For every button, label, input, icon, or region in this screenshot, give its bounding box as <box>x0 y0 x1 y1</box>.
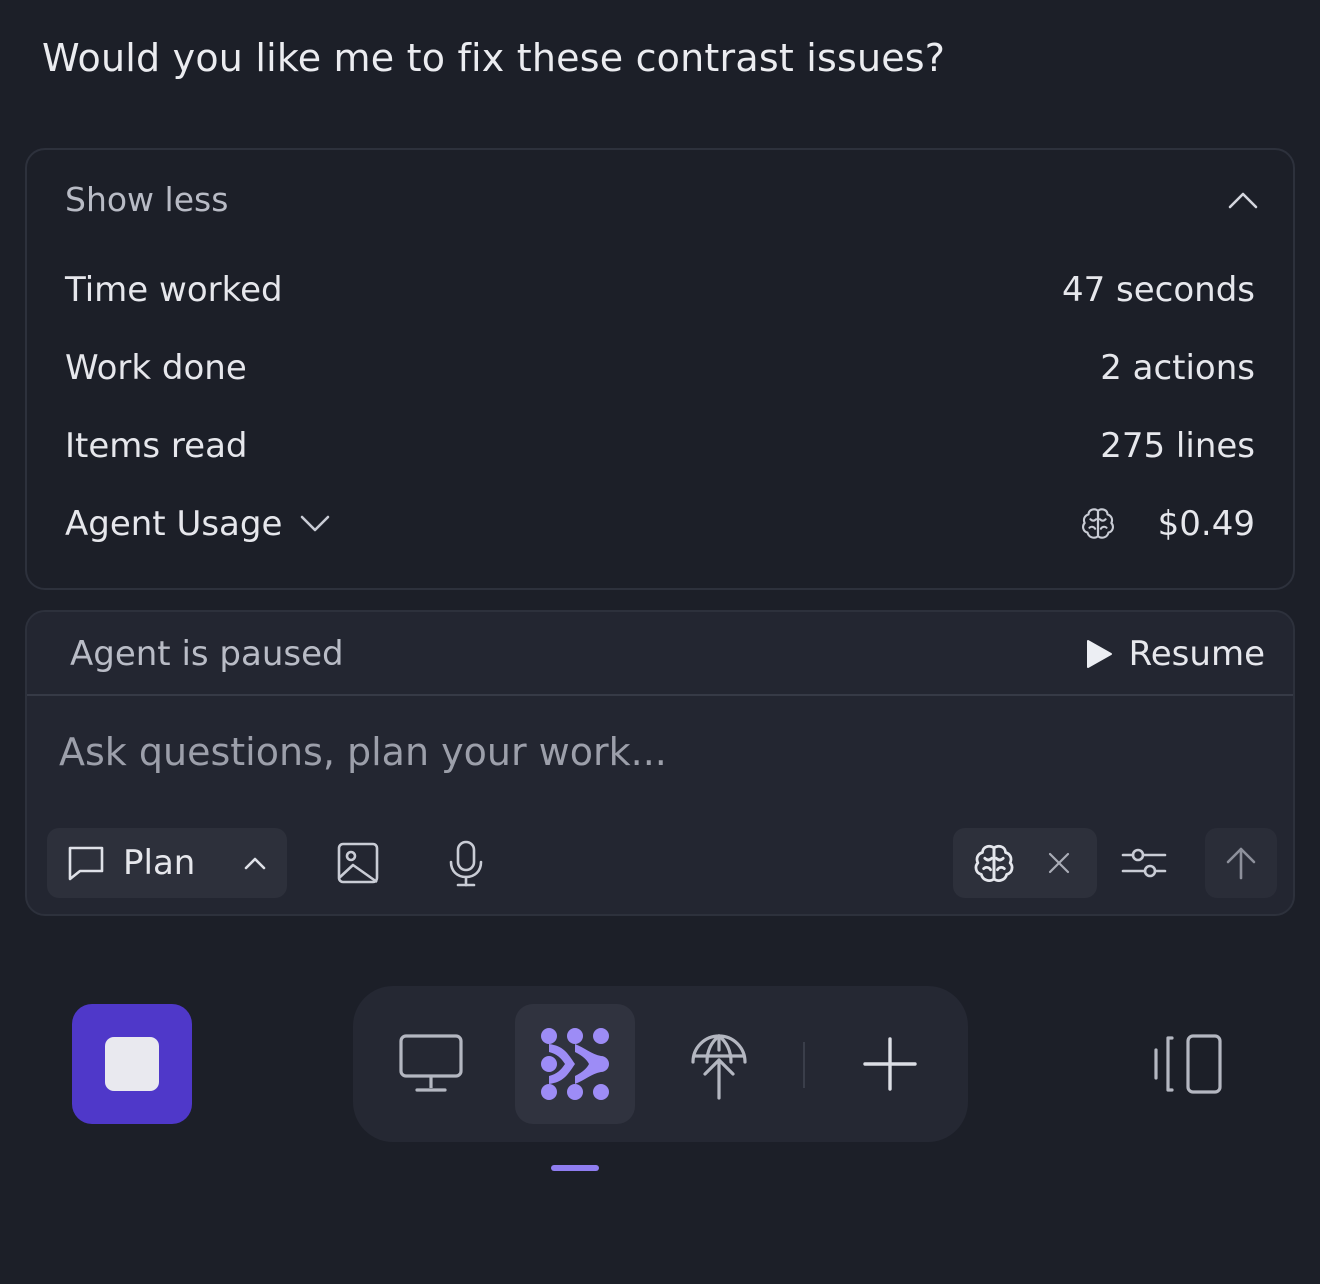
arrow-up-icon <box>1226 847 1256 880</box>
resume-button[interactable]: Resume <box>1085 630 1265 678</box>
close-icon[interactable] <box>1047 851 1071 875</box>
prompt-input[interactable] <box>59 722 1159 782</box>
microphone-icon[interactable] <box>441 838 491 888</box>
dock-item-add[interactable] <box>830 1004 950 1124</box>
dock-separator <box>803 1042 805 1088</box>
stop-button[interactable] <box>72 1004 192 1124</box>
stat-row-time-worked: Time worked 47 seconds <box>65 270 1255 314</box>
play-icon <box>1086 640 1112 668</box>
brain-icon <box>974 844 1014 882</box>
agent-icon <box>541 1028 609 1100</box>
agent-status-bar: Agent is paused Resume <box>27 612 1293 696</box>
stat-label: Work done <box>65 348 247 388</box>
stat-value: 275 lines <box>1100 426 1255 466</box>
brain-icon <box>1082 508 1114 539</box>
assistant-message: Would you like me to fix these contrast … <box>42 36 946 80</box>
stat-value: 47 seconds <box>1061 270 1255 310</box>
panel-toggle-icon[interactable] <box>1152 1032 1224 1096</box>
chevron-down-icon[interactable] <box>299 512 331 536</box>
stat-row-agent-usage[interactable]: Agent Usage $0.49 <box>65 504 1255 548</box>
resume-label: Resume <box>1128 634 1265 674</box>
dock-item-preview[interactable] <box>371 1004 491 1124</box>
stat-value: $0.49 <box>1157 504 1255 544</box>
work-summary-card: Show less Time worked 47 seconds Work do… <box>25 148 1295 590</box>
composer: Agent is paused Resume Plan <box>25 610 1295 916</box>
stat-label: Time worked <box>65 270 283 310</box>
send-button[interactable] <box>1205 828 1277 898</box>
chat-bubble-icon <box>68 846 104 881</box>
image-icon[interactable] <box>333 838 383 888</box>
dock-item-deploy[interactable] <box>659 1004 779 1124</box>
agent-status-text: Agent is paused <box>70 634 344 674</box>
mode-label: Plan <box>123 843 196 883</box>
deploy-icon <box>691 1034 747 1100</box>
stop-icon <box>105 1037 159 1091</box>
stat-label: Items read <box>65 426 248 466</box>
agent-panel: Would you like me to fix these contrast … <box>0 0 1320 1284</box>
view-switcher-dock <box>353 986 968 1142</box>
stat-row-items-read: Items read 275 lines <box>65 426 1255 470</box>
monitor-icon <box>399 1034 463 1092</box>
chevron-up-icon[interactable] <box>1227 188 1259 212</box>
active-tab-indicator <box>551 1165 599 1171</box>
model-chip[interactable] <box>953 828 1097 898</box>
sliders-icon[interactable] <box>1119 838 1169 888</box>
plus-icon <box>863 1037 917 1091</box>
chevron-up-icon <box>244 857 266 870</box>
mode-selector-button[interactable]: Plan <box>47 828 287 898</box>
stat-value: 2 actions <box>1100 348 1255 388</box>
stat-label: Agent Usage <box>65 504 283 544</box>
show-less-toggle[interactable]: Show less <box>65 180 228 219</box>
dock-item-agent[interactable] <box>515 1004 635 1124</box>
stat-row-work-done: Work done 2 actions <box>65 348 1255 392</box>
